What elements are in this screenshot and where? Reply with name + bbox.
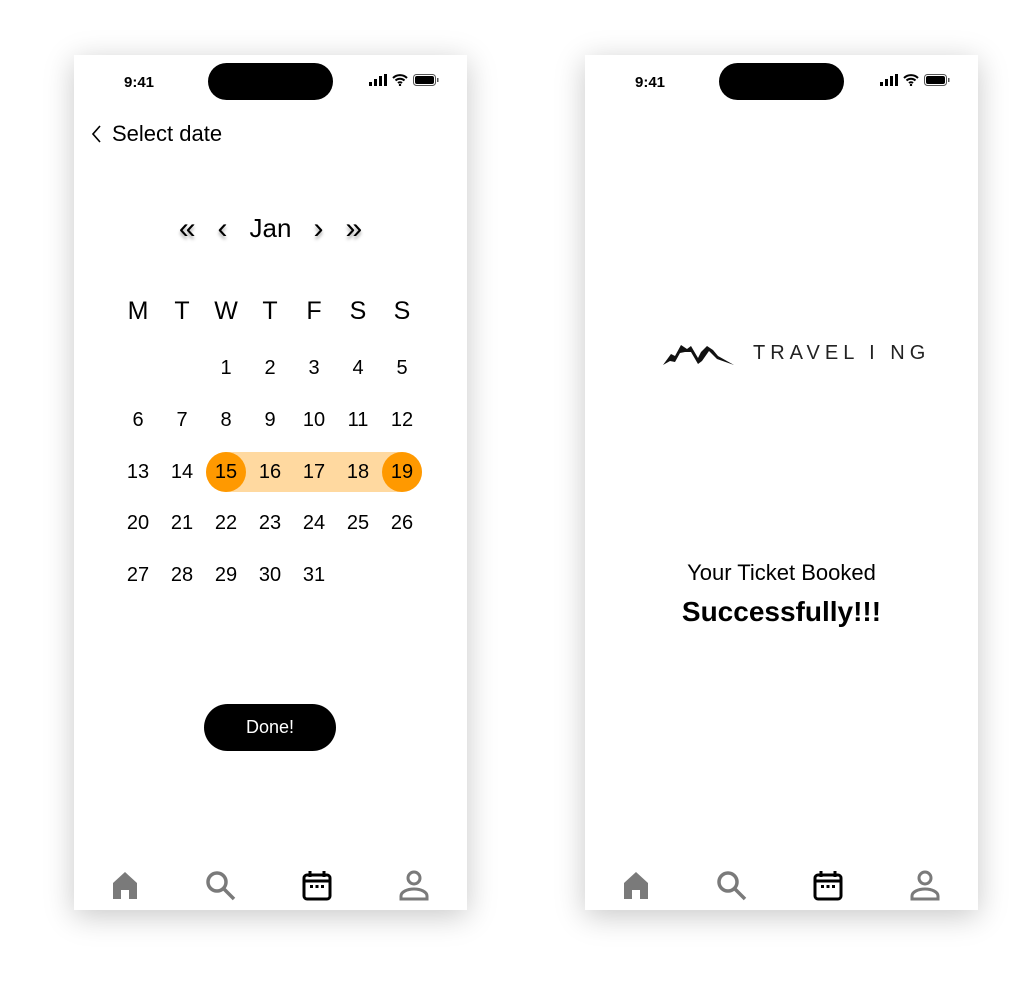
month-navigator: « ‹ Jan › » <box>74 213 467 244</box>
profile-icon[interactable] <box>907 867 943 903</box>
calendar-day[interactable]: 17 <box>294 452 334 492</box>
calendar-day[interactable]: 9 <box>250 400 290 440</box>
search-icon[interactable] <box>202 867 238 903</box>
bottom-nav <box>585 867 978 903</box>
calendar-day[interactable]: 28 <box>162 555 202 595</box>
calendar-day[interactable]: 22 <box>206 503 246 543</box>
signal-icon <box>369 74 387 86</box>
calendar-day[interactable]: 1 <box>206 348 246 388</box>
booking-success-screen: 9:41 TRAVEL I NG Your Ticket Booked Succ… <box>585 55 978 910</box>
calendar-day[interactable]: 7 <box>162 400 202 440</box>
bottom-nav <box>74 867 467 903</box>
calendar-icon[interactable] <box>810 867 846 903</box>
weekday-label: S <box>349 296 367 325</box>
weekday-label: T <box>174 296 190 325</box>
calendar-day[interactable]: 26 <box>382 503 422 543</box>
calendar-day[interactable]: 4 <box>338 348 378 388</box>
success-message-line1: Your Ticket Booked <box>687 560 876 585</box>
home-icon[interactable] <box>618 867 654 903</box>
calendar-day[interactable]: 10 <box>294 400 334 440</box>
weekday-label: T <box>262 296 278 325</box>
month-label: Jan <box>249 213 292 243</box>
calendar-day[interactable]: 27 <box>118 555 158 595</box>
dynamic-island <box>719 63 844 100</box>
select-date-screen: 9:41 Select date « ‹ Jan › » MTWTFSS1234… <box>74 55 467 910</box>
weekday-label: W <box>214 296 238 325</box>
calendar-day[interactable]: 6 <box>118 400 158 440</box>
prev-month-icon[interactable]: ‹ <box>218 213 228 244</box>
home-icon[interactable] <box>107 867 143 903</box>
calendar-icon[interactable] <box>299 867 335 903</box>
calendar-day[interactable]: 18 <box>338 452 378 492</box>
done-button[interactable]: Done! <box>204 704 336 751</box>
status-time: 9:41 <box>124 74 155 91</box>
signal-icon <box>880 74 898 86</box>
calendar-day[interactable]: 31 <box>294 555 334 595</box>
weekday-label: M <box>127 296 149 325</box>
calendar-day[interactable]: 8 <box>206 400 246 440</box>
chevron-left-icon <box>92 125 101 143</box>
search-icon[interactable] <box>713 867 749 903</box>
calendar-day[interactable]: 19 <box>382 452 422 492</box>
prev-year-icon[interactable]: « <box>179 213 196 244</box>
calendar-day[interactable]: 3 <box>294 348 334 388</box>
page-title: Select date <box>112 121 223 146</box>
calendar-day[interactable]: 20 <box>118 503 158 543</box>
calendar-day[interactable]: 30 <box>250 555 290 595</box>
dynamic-island <box>208 63 333 100</box>
mountain-logo-icon <box>663 345 734 365</box>
success-message-line2: Successfully!!! <box>681 596 882 627</box>
status-time: 9:41 <box>635 74 666 91</box>
calendar-day[interactable]: 14 <box>162 452 202 492</box>
status-icons <box>880 74 950 86</box>
calendar-day[interactable]: 13 <box>118 452 158 492</box>
wifi-icon <box>903 74 919 86</box>
back-button[interactable]: Select date <box>92 121 222 147</box>
weekday-label: F <box>306 296 322 325</box>
next-year-icon[interactable]: » <box>345 213 362 244</box>
calendar-day[interactable]: 2 <box>250 348 290 388</box>
calendar-day[interactable]: 25 <box>338 503 378 543</box>
status-icons <box>369 74 439 86</box>
calendar-day[interactable]: 5 <box>382 348 422 388</box>
profile-icon[interactable] <box>396 867 432 903</box>
battery-icon <box>413 74 439 86</box>
calendar-day[interactable]: 29 <box>206 555 246 595</box>
calendar-day[interactable]: 24 <box>294 503 334 543</box>
logo-text: TRAVEL I NG <box>753 341 931 364</box>
calendar-day[interactable]: 23 <box>250 503 290 543</box>
weekday-label: S <box>393 296 411 325</box>
battery-icon <box>924 74 950 86</box>
calendar-day[interactable]: 15 <box>206 452 246 492</box>
calendar-day[interactable]: 16 <box>250 452 290 492</box>
calendar-day[interactable]: 11 <box>338 400 378 440</box>
calendar-day[interactable]: 21 <box>162 503 202 543</box>
next-month-icon[interactable]: › <box>313 213 323 244</box>
calendar-day[interactable]: 12 <box>382 400 422 440</box>
traveling-logo: TRAVEL I NG <box>661 340 930 366</box>
wifi-icon <box>392 74 408 86</box>
